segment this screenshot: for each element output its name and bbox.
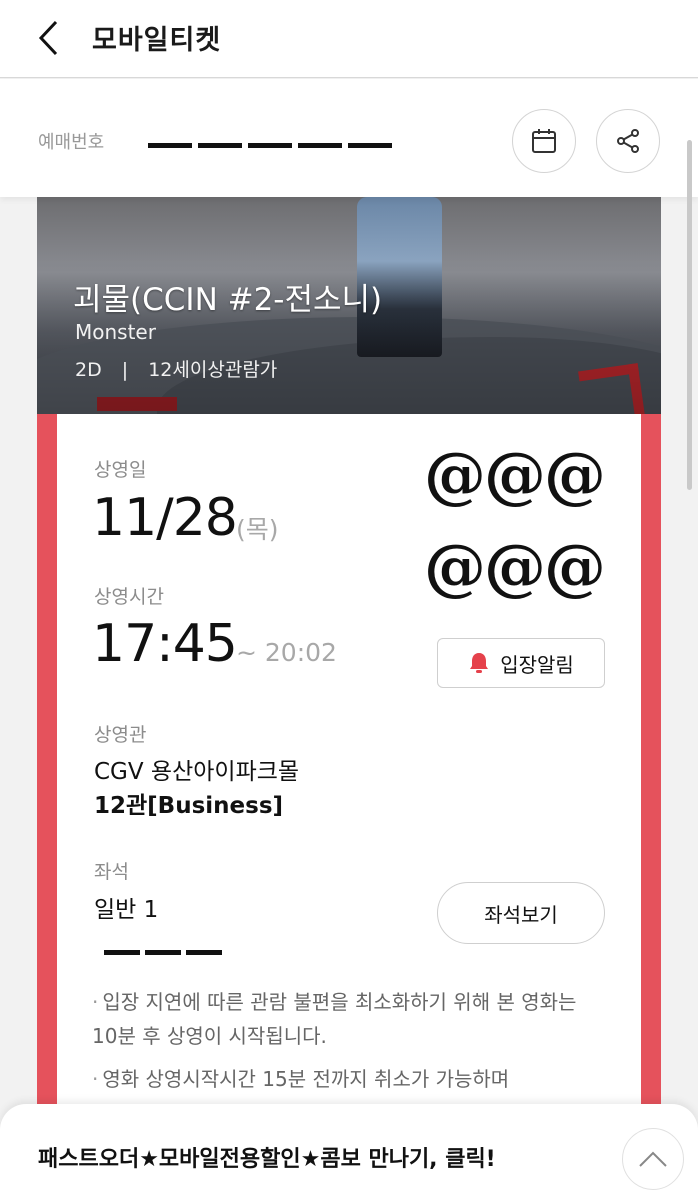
scroll-top-button[interactable]	[622, 1128, 684, 1190]
entry-alert-label: 입장알림	[500, 652, 574, 677]
chevron-left-icon	[38, 20, 58, 56]
movie-subtitle: Monster	[75, 320, 156, 344]
movie-rating: 12세이상관람가	[148, 359, 278, 381]
notice-item: · 영화 상영시작시간 15분 전까지 취소가 가능하며	[92, 1067, 510, 1091]
movie-format: 2D	[75, 359, 102, 381]
notice-item: · 입장 지연에 따른 관람 불편을 최소화하기 위해 본 영화는 10분 후 상…	[92, 990, 577, 1048]
notice-text: 영화 상영시작시간 15분 전까지 취소가 가능하며	[102, 1067, 510, 1091]
meta-separator: |	[121, 359, 129, 381]
movie-meta: 2D | 12세이상관람가	[75, 355, 277, 382]
view-seat-button[interactable]: 좌석보기	[437, 882, 605, 944]
booking-number-mask	[148, 143, 392, 148]
theater-label: 상영관	[94, 724, 147, 746]
end-time: ~ 20:02	[236, 638, 337, 667]
theater-name: CGV 용산아이파크몰	[94, 759, 300, 785]
theater-hall: 12관[Business]	[94, 793, 284, 819]
scrollbar[interactable]	[687, 140, 692, 490]
screening-date: 11/28	[92, 488, 238, 548]
bell-icon	[470, 653, 489, 673]
date-label: 상영일	[94, 459, 147, 481]
back-button[interactable]	[28, 16, 72, 60]
calendar-icon	[532, 129, 556, 153]
booking-number-label: 예매번호	[38, 132, 105, 153]
entry-alert-button[interactable]: 입장알림	[437, 638, 605, 688]
booking-bar	[0, 79, 698, 197]
notice-text: 입장 지연에 따른 관람 불편을 최소화하기 위해 본 영화는 10분 후 상영…	[92, 990, 577, 1048]
seat-number-mask	[104, 950, 222, 955]
seat-value: 일반 1	[94, 897, 159, 923]
promo-banner-text[interactable]: 패스트오더★모바일전용할인★콤보 만나기, 클릭!	[38, 1141, 496, 1173]
share-button[interactable]	[596, 109, 660, 173]
start-time: 17:45	[92, 614, 238, 674]
masked-symbols-row2: @@@	[424, 530, 606, 603]
movie-title: 괴물(CCIN #2-전소니)	[73, 282, 383, 318]
seat-label: 좌석	[94, 861, 129, 883]
chevron-up-icon	[639, 1151, 667, 1167]
masked-symbols-row1: @@@	[424, 438, 606, 511]
calendar-button[interactable]	[512, 109, 576, 173]
view-seat-label: 좌석보기	[484, 902, 558, 927]
page-title: 모바일티켓	[92, 25, 222, 56]
time-label: 상영시간	[94, 586, 164, 608]
app-header: 모바일티켓	[0, 0, 698, 78]
share-icon	[617, 129, 639, 153]
screening-weekday: (목)	[236, 515, 279, 544]
